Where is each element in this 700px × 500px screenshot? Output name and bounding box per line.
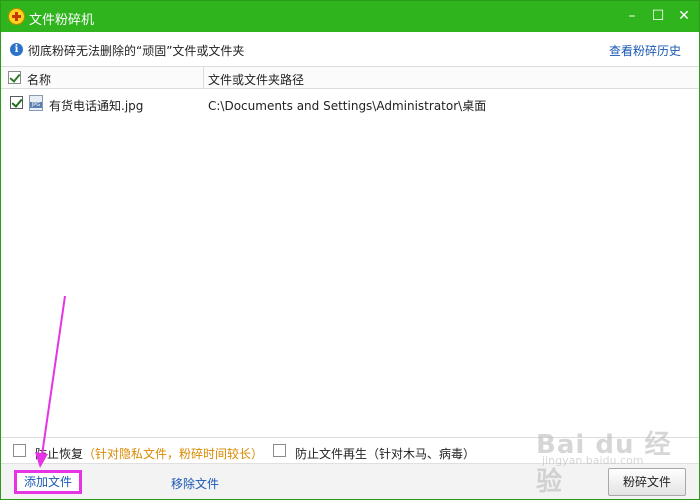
file-path: C:\Documents and Settings\Administrator\… (208, 99, 487, 113)
file-shredder-window: 文件粉碎机 – ☐ ✕ i 彻底粉碎无法删除的“顽固”文件或文件夹 查看粉碎历史… (0, 0, 700, 500)
prevent-recovery-hint: （针对隐私文件，粉碎时间较长） (83, 447, 264, 461)
prevent-regeneration-text: 防止文件再生 (295, 447, 368, 461)
shred-file-button[interactable]: 粉碎文件 (608, 468, 686, 496)
column-header-path[interactable]: 文件或文件夹路径 (208, 71, 304, 88)
list-header: 名称 文件或文件夹路径 (1, 67, 699, 89)
maximize-button[interactable]: ☐ (647, 5, 669, 27)
image-file-icon (29, 95, 43, 111)
minimize-button[interactable]: – (621, 5, 643, 27)
table-row[interactable]: 有货电话通知.jpg C:\Documents and Settings\Adm… (1, 92, 699, 116)
window-title: 文件粉碎机 (29, 13, 95, 28)
prevent-recovery-label[interactable]: 防止恢复（针对隐私文件，粉碎时间较长） (35, 445, 263, 462)
prevent-regeneration-checkbox[interactable] (273, 444, 286, 457)
column-divider[interactable] (203, 67, 204, 88)
app-logo-icon (8, 8, 25, 25)
title-bar[interactable]: 文件粉碎机 – ☐ ✕ (1, 1, 699, 32)
column-header-name[interactable]: 名称 (27, 71, 51, 88)
row-checkbox[interactable] (10, 96, 23, 109)
view-history-link[interactable]: 查看粉碎历史 (609, 42, 681, 59)
add-file-button[interactable]: 添加文件 (14, 470, 82, 494)
prevent-recovery-text: 防止恢复 (35, 447, 84, 461)
info-bar: i 彻底粉碎无法删除的“顽固”文件或文件夹 查看粉碎历史 (1, 32, 699, 67)
remove-file-button[interactable]: 移除文件 (171, 475, 219, 492)
info-text: 彻底粉碎无法删除的“顽固”文件或文件夹 (28, 44, 245, 58)
info-icon: i (10, 43, 23, 56)
footer-bar: 添加文件 移除文件 粉碎文件 (1, 463, 699, 499)
options-bar: 防止恢复（针对隐私文件，粉碎时间较长） 防止文件再生（针对木马、病毒） (1, 437, 699, 463)
prevent-regeneration-hint: （针对木马、病毒） (367, 447, 476, 461)
file-name: 有货电话通知.jpg (49, 99, 144, 113)
select-all-checkbox[interactable] (8, 71, 21, 84)
close-button[interactable]: ✕ (673, 5, 695, 27)
prevent-regeneration-label[interactable]: 防止文件再生（针对木马、病毒） (295, 445, 475, 462)
prevent-recovery-checkbox[interactable] (13, 444, 26, 457)
